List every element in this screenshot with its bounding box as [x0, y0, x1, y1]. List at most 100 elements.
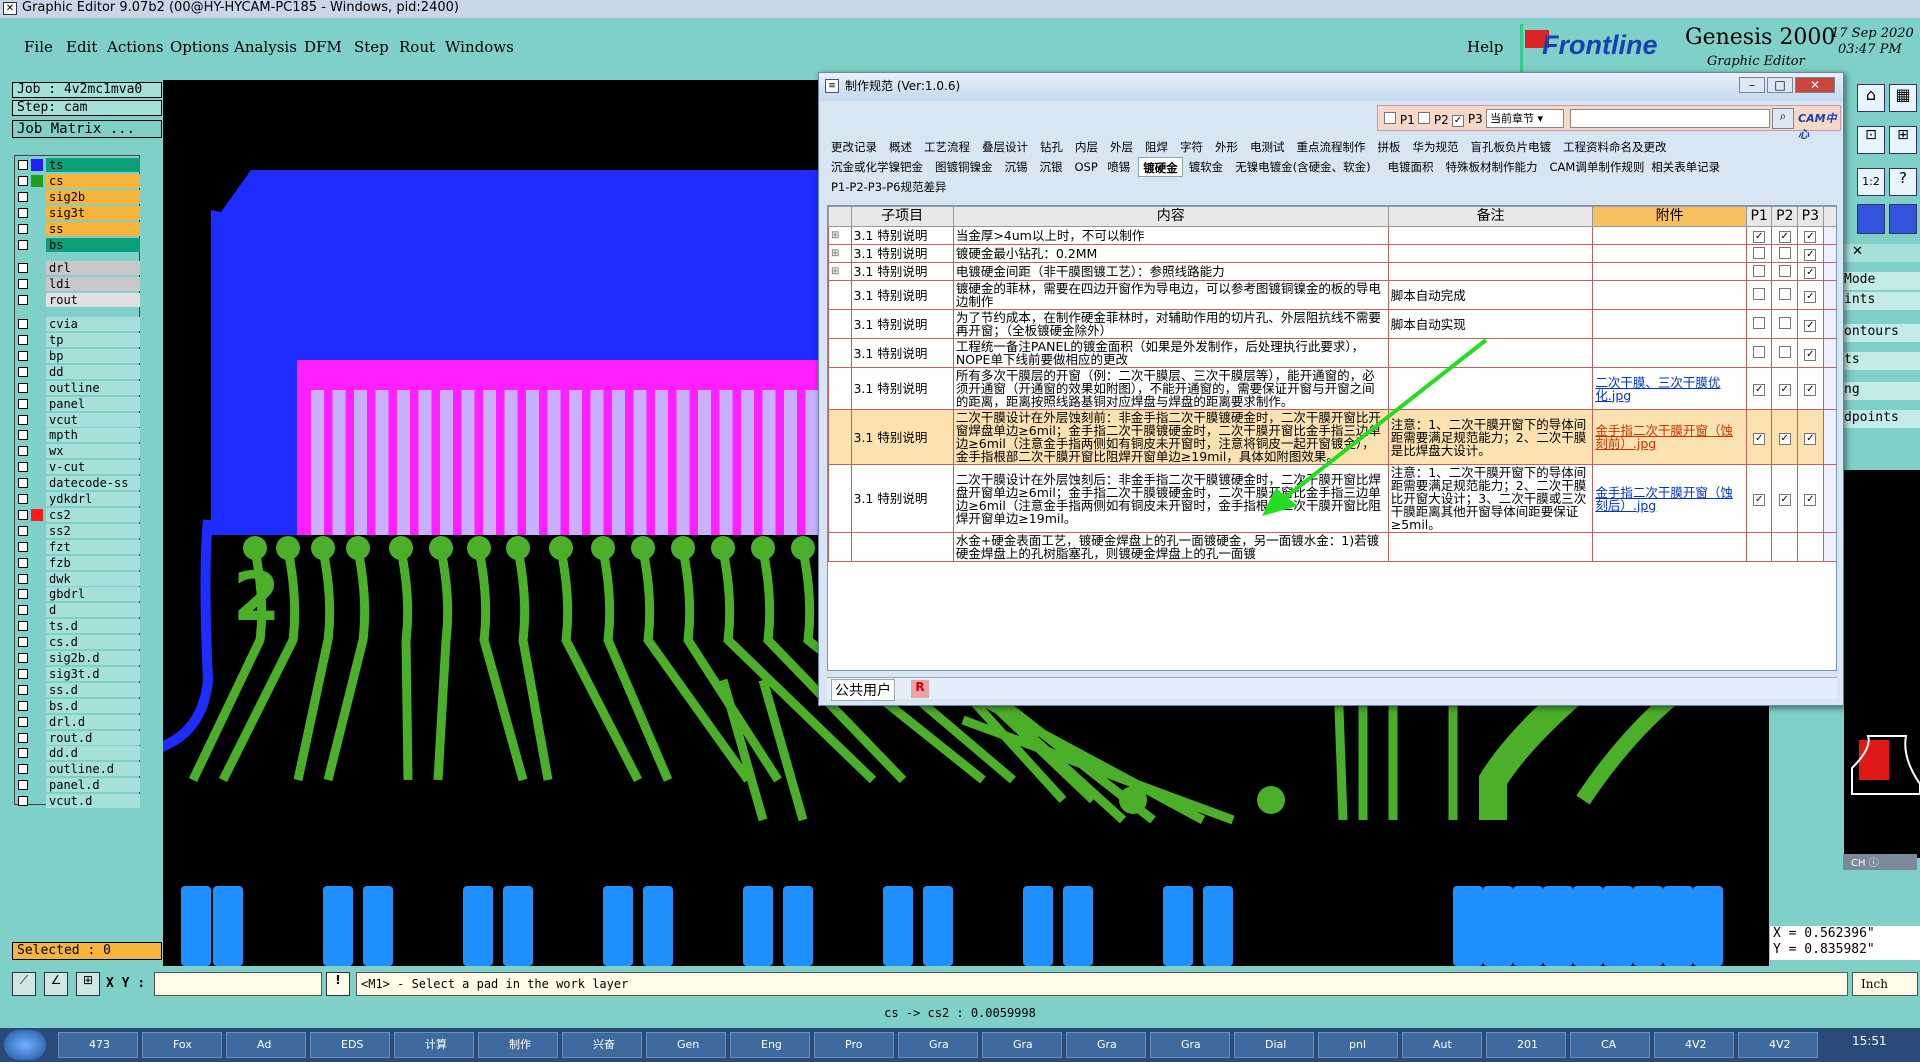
tab-tabs_row2-9[interactable]: 电镀面积	[1384, 157, 1438, 177]
checkbox[interactable]: ✓	[1804, 249, 1817, 261]
start-button[interactable]	[4, 1030, 46, 1060]
layer-checkbox[interactable]	[18, 335, 28, 345]
menu-rout[interactable]: Rout	[399, 38, 435, 56]
layer-checkbox[interactable]	[18, 263, 28, 274]
tab-tabs_row1-5[interactable]: 内层	[1071, 137, 1102, 157]
xy-input[interactable]	[154, 972, 322, 996]
table-row[interactable]: ⊞ 3.1 特别说明 当金厚>4um以上时，不可以制作 ✓ ✓ ✓	[828, 226, 1836, 245]
tab-tabs_row1-11[interactable]: 重点流程制作	[1293, 137, 1370, 157]
p1-check[interactable]	[1745, 280, 1773, 310]
checkbox[interactable]: ✓	[1804, 267, 1817, 279]
p3-filter[interactable]: ✓ P3	[1452, 112, 1483, 127]
tab-tabs_row1-15[interactable]: 工程资料命名及更改	[1559, 137, 1671, 157]
checkbox[interactable]: ✓	[1804, 290, 1817, 303]
attachment-cell[interactable]	[1592, 532, 1747, 562]
checkbox[interactable]	[1778, 317, 1791, 329]
p3-check[interactable]: ✓	[1797, 409, 1824, 465]
tab-tabs_row2-12[interactable]: 相关表单记录	[1647, 157, 1724, 177]
layer-row-tp[interactable]: tp	[15, 333, 141, 348]
tab-tabs_row3-0[interactable]: P1-P2-P3-P6规范差异	[827, 177, 950, 197]
layer-checkbox[interactable]	[18, 732, 28, 743]
layer-row-sig3t.d[interactable]: sig3t.d	[15, 666, 141, 682]
layer-checkbox[interactable]	[18, 700, 28, 711]
attachment-cell[interactable]: 二次干膜、三次干膜优化.jpg	[1592, 367, 1747, 410]
tab-tabs_row1-9[interactable]: 外形	[1211, 137, 1242, 157]
layer-row-panel[interactable]: panel	[15, 396, 141, 412]
maximize-icon[interactable]: □	[1767, 77, 1793, 93]
task-item[interactable]: Gra	[982, 1032, 1062, 1058]
task-item[interactable]: 计算	[394, 1032, 474, 1058]
layer-checkbox[interactable]	[18, 279, 28, 290]
table-row[interactable]: 3.1 特别说明 为了节约成本，在制作硬金菲林时，对辅助作用的切片孔、外层阻抗线不…	[828, 309, 1836, 339]
p2-check[interactable]	[1771, 338, 1799, 368]
layer-row-fzb[interactable]: fzb	[15, 555, 141, 571]
tab-tabs_row1-10[interactable]: 电测试	[1246, 137, 1289, 157]
task-item[interactable]: 473	[58, 1032, 138, 1058]
tab-tabs_row1-14[interactable]: 盲孔板负片电镀	[1467, 137, 1556, 157]
p3-check[interactable]: ✓	[1797, 367, 1824, 410]
checkbox[interactable]	[1753, 346, 1766, 358]
scroll-cell[interactable]	[1822, 338, 1836, 368]
checkbox[interactable]: ✓	[1753, 384, 1766, 396]
layer-checkbox[interactable]	[18, 350, 28, 361]
task-item[interactable]: Eng	[730, 1032, 810, 1058]
layer-tool-icon[interactable]	[1857, 204, 1885, 234]
panel-ng[interactable]: ng	[1844, 382, 1920, 400]
checkbox[interactable]	[1753, 317, 1766, 329]
col-p2[interactable]: P2	[1771, 206, 1799, 227]
checkbox[interactable]: ✓	[1753, 231, 1766, 243]
checkbox[interactable]: ✓	[1804, 348, 1817, 361]
layer-checkbox[interactable]	[18, 319, 28, 330]
p1-check[interactable]	[1745, 262, 1773, 281]
layer-row-bp[interactable]: bp	[15, 348, 141, 364]
search-icon[interactable]: ⌕	[1772, 108, 1794, 129]
checkbox[interactable]: ✓	[1778, 384, 1791, 396]
tab-tabs_row2-4[interactable]: OSP	[1071, 157, 1102, 177]
expand-cell[interactable]: ⊞	[828, 244, 852, 263]
p1-check[interactable]: ✓	[1745, 409, 1773, 465]
layer-checkbox[interactable]	[18, 446, 28, 457]
menu-step[interactable]: Step	[354, 38, 389, 56]
p2-check[interactable]: ✓	[1771, 464, 1799, 533]
layer-row-vcut.d[interactable]: vcut.d	[15, 794, 141, 809]
layer-row-dd.d[interactable]: dd.d	[15, 746, 141, 761]
checkbox[interactable]	[1753, 288, 1766, 300]
layer-checkbox[interactable]	[18, 366, 28, 377]
panel-contours[interactable]: ontours	[1844, 324, 1920, 342]
layer-checkbox[interactable]	[18, 191, 28, 202]
checkbox[interactable]	[1778, 264, 1791, 277]
layer-checkbox[interactable]	[18, 573, 28, 584]
layer-checkbox[interactable]	[18, 478, 28, 489]
layer-row-bs[interactable]: bs	[15, 237, 141, 253]
layer-row-rout.d[interactable]: rout.d	[15, 730, 141, 746]
layer-row-outline[interactable]: outline	[15, 380, 141, 396]
col-subitem[interactable]: 子项目	[850, 206, 954, 227]
p1-check[interactable]	[1745, 338, 1773, 368]
layer-checkbox[interactable]	[18, 557, 28, 568]
layer-checkbox[interactable]	[18, 621, 28, 632]
tab-tabs_row1-13[interactable]: 华为规范	[1409, 137, 1463, 157]
layer-row-cs[interactable]: cs	[15, 173, 141, 189]
layer-checkbox[interactable]	[18, 748, 28, 759]
layer-checkbox[interactable]	[18, 509, 28, 520]
expand-cell[interactable]	[828, 280, 852, 310]
p3-check[interactable]: ✓	[1797, 226, 1824, 245]
menu-options[interactable]: Options	[170, 38, 229, 56]
p1-check[interactable]	[1745, 244, 1773, 263]
table-row[interactable]: ⊞ 3.1 特别说明 电镀硬金间距（非干膜图镀工艺）：参照线路能力 ✓	[828, 262, 1836, 281]
p1-check[interactable]: ✓	[1745, 367, 1773, 410]
tab-tabs_row2-2[interactable]: 沉锡	[1001, 157, 1032, 177]
tab-tabs_row2-1[interactable]: 图镀铜镍金	[931, 157, 997, 177]
p2-check[interactable]: ✓	[1771, 367, 1799, 410]
layer-checkbox[interactable]	[18, 541, 28, 552]
layer-row-cs.d[interactable]: cs.d	[15, 635, 141, 650]
menu-dfm[interactable]: DFM	[304, 38, 342, 56]
menu-help[interactable]: Help	[1467, 38, 1503, 56]
checkbox[interactable]: ✓	[1778, 231, 1791, 243]
units-select[interactable]: Inch	[1852, 972, 1918, 996]
task-item[interactable]: pnl	[1318, 1032, 1398, 1058]
checkbox[interactable]: ✓	[1778, 432, 1791, 445]
task-item[interactable]: Gra	[898, 1032, 978, 1058]
layer-checkbox[interactable]	[18, 605, 28, 616]
menu-windows[interactable]: Windows	[445, 38, 514, 56]
